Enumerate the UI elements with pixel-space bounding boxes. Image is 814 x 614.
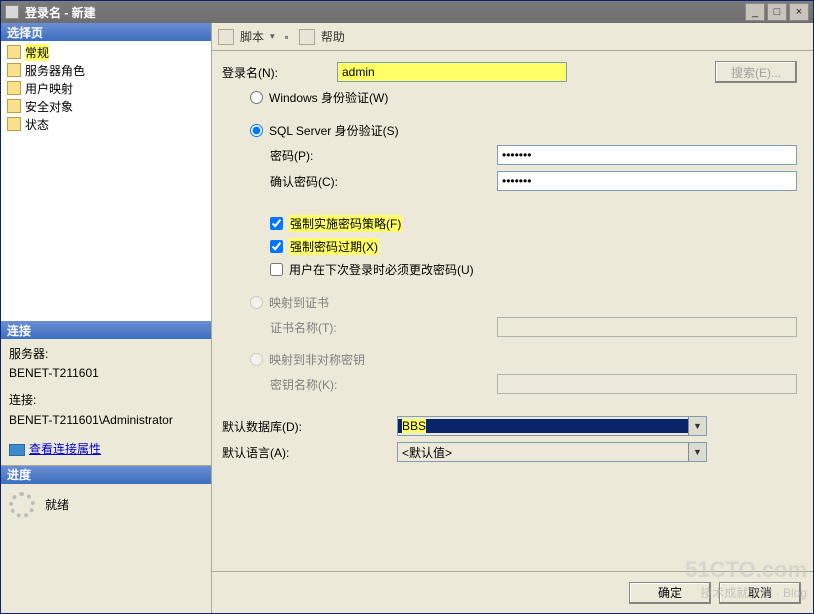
page-icon [7,99,21,113]
select-page-header: 选择页 [1,23,211,41]
default-lang-label: 默认语言(A): [222,444,397,461]
nav-item-securables[interactable]: 安全对象 [5,97,207,115]
page-icon [7,63,21,77]
nav-item-server-roles[interactable]: 服务器角色 [5,61,207,79]
view-connection-props-link[interactable]: 查看连接属性 [29,442,101,456]
map-asym-label: 映射到非对称密钥 [269,351,365,368]
search-button[interactable]: 搜索(E)... [715,61,797,83]
progress-panel: 就绪 [1,484,211,526]
password-label: 密码(P): [222,147,357,164]
connection-props-icon [9,444,25,456]
default-db-label: 默认数据库(D): [222,418,397,435]
cancel-button[interactable]: 取消 [719,582,801,604]
help-button[interactable]: 帮助 [321,28,345,45]
toolbar-separator: ▪ [281,30,293,44]
connection-value: BENET-T211601\Administrator [9,411,203,430]
page-nav: 常规 服务器角色 用户映射 安全对象 状态 [1,41,211,321]
nav-item-general[interactable]: 常规 [5,43,207,61]
windows-auth-label: Windows 身份验证(W) [269,89,388,106]
nav-item-status[interactable]: 状态 [5,115,207,133]
map-cert-label: 映射到证书 [269,294,329,311]
enforce-expire-checkbox[interactable] [270,240,283,253]
page-icon [7,117,21,131]
login-name-label: 登录名(N): [222,64,337,81]
script-icon [218,29,234,45]
default-db-dropdown[interactable]: BBS ▼ [397,416,707,436]
chevron-down-icon: ▼ [688,417,706,435]
close-button[interactable]: × [789,3,809,21]
window-title: 登录名 - 新建 [25,4,743,21]
key-name-input [497,374,797,394]
page-icon [7,45,21,59]
dialog-footer: 确定 取消 [212,571,813,613]
server-label: 服务器: [9,345,203,364]
script-button[interactable]: 脚本 [240,28,264,45]
default-lang-dropdown[interactable]: <默认值> ▼ [397,442,707,462]
progress-spinner-icon [9,492,35,518]
login-name-input[interactable] [337,62,567,82]
enforce-expire-label: 强制密码过期(X) [289,238,379,255]
ok-button[interactable]: 确定 [629,582,711,604]
map-cert-radio [250,296,263,309]
progress-status: 就绪 [45,496,69,513]
left-panel: 选择页 常规 服务器角色 用户映射 安全对象 状态 连接 服务器: BENET-… [1,23,212,613]
script-dropdown[interactable]: ▾ [270,31,275,42]
must-change-label: 用户在下次登录时必须更改密码(U) [289,261,474,278]
minimize-button[interactable]: _ [745,3,765,21]
dialog-window: 登录名 - 新建 _ □ × 选择页 常规 服务器角色 用户映射 安全对象 状态… [0,0,814,614]
connection-label: 连接: [9,391,203,410]
windows-auth-radio[interactable] [250,91,263,104]
progress-header: 进度 [1,466,211,484]
connection-panel: 服务器: BENET-T211601 连接: BENET-T211601\Adm… [1,339,211,466]
toolbar: 脚本 ▾ ▪ 帮助 [212,23,813,51]
sql-auth-label: SQL Server 身份验证(S) [269,122,399,139]
confirm-password-label: 确认密码(C): [222,173,357,190]
app-icon [5,5,19,19]
help-icon [299,29,315,45]
form-area: 登录名(N): 搜索(E)... Windows 身份验证(W) SQL Ser… [212,51,813,571]
key-name-label: 密钥名称(K): [222,376,357,393]
confirm-password-input[interactable] [497,171,797,191]
enforce-policy-checkbox[interactable] [270,217,283,230]
titlebar[interactable]: 登录名 - 新建 _ □ × [1,1,813,23]
password-input[interactable] [497,145,797,165]
cert-name-input [497,317,797,337]
map-asym-radio [250,353,263,366]
chevron-down-icon: ▼ [688,443,706,461]
server-value: BENET-T211601 [9,364,203,383]
nav-item-user-mapping[interactable]: 用户映射 [5,79,207,97]
connection-header: 连接 [1,321,211,339]
right-panel: 脚本 ▾ ▪ 帮助 登录名(N): 搜索(E)... Windows 身份验证(… [212,23,813,613]
sql-auth-radio[interactable] [250,124,263,137]
enforce-policy-label: 强制实施密码策略(F) [289,215,402,232]
must-change-checkbox[interactable] [270,263,283,276]
page-icon [7,81,21,95]
maximize-button[interactable]: □ [767,3,787,21]
cert-name-label: 证书名称(T): [222,319,357,336]
